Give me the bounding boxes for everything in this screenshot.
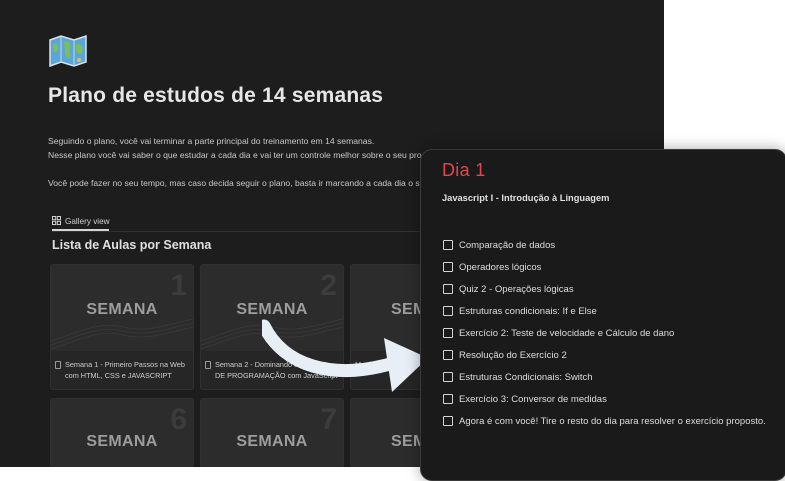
checklist-item-label: Resolução do Exercício 2	[459, 349, 567, 361]
page-title: Plano de estudos de 14 semanas	[48, 84, 384, 107]
curved-arrow-icon	[262, 319, 428, 392]
checklist-item-label: Quiz 2 - Operações lógicas	[459, 283, 574, 295]
card-week-number: 7	[320, 403, 337, 436]
checkbox[interactable]	[443, 416, 453, 426]
checklist-item-label: Comparação de dados	[459, 239, 556, 251]
card-caption-text: Semana 1 - Primeiro Passos na Web com HT…	[65, 360, 185, 380]
intro-line-1: Seguindo o plano, você vai terminar a pa…	[48, 136, 375, 146]
checklist-item-label: Operadores lógicos	[459, 261, 542, 273]
card-semana-label: SEMANA	[86, 433, 158, 450]
checklist-item[interactable]: Agora é com você! Tire o resto do dia pa…	[443, 410, 766, 432]
intro-line-3: Você pode fazer no seu tempo, mas caso d…	[48, 178, 457, 188]
checklist-item[interactable]: Exercício 3: Conversor de medidas	[443, 388, 766, 410]
checkbox[interactable]	[443, 240, 453, 250]
checklist-item[interactable]: Estruturas Condicionais: Switch	[443, 366, 766, 388]
grid-icon	[52, 216, 62, 227]
checklist-item[interactable]: Operadores lógicos	[443, 256, 766, 278]
checkbox[interactable]	[443, 262, 453, 272]
intro-line-2: Nesse plano você vai saber o que estudar…	[48, 150, 450, 160]
world-map-icon[interactable]	[48, 34, 88, 68]
gallery-card-week-1[interactable]: 1 SEMANA Semana 1 - Primeiro Passos na W…	[50, 264, 194, 390]
card-thumbnail: 7 SEMANA	[201, 399, 343, 467]
checklist-item-label: Estruturas condicionais: If e Else	[459, 305, 597, 317]
checklist-item[interactable]: Exercício 2: Teste de velocidade e Cálcu…	[443, 322, 766, 344]
checklist-item[interactable]: Quiz 2 - Operações lógicas	[443, 278, 766, 300]
gallery-title: Lista de Aulas por Semana	[52, 238, 212, 252]
card-semana-label: SEMANA	[236, 301, 308, 318]
page-icon	[55, 361, 61, 369]
page-icon	[205, 361, 211, 369]
card-thumbnail: 1 SEMANA	[51, 265, 193, 351]
gallery-card-week-7[interactable]: 7 SEMANA	[200, 398, 344, 467]
checkbox[interactable]	[443, 306, 453, 316]
card-week-number: 2	[320, 269, 337, 302]
popup-subtitle: Javascript I - Introdução à Linguagem	[442, 193, 610, 203]
checklist-item-label: Agora é com você! Tire o resto do dia pa…	[459, 415, 766, 427]
day-popup-card: Dia 1 Javascript I - Introdução à Lingua…	[420, 149, 785, 481]
popup-title: Dia 1	[442, 160, 486, 180]
checkbox[interactable]	[443, 328, 453, 338]
card-semana-label: SEMANA	[236, 433, 308, 450]
checkbox[interactable]	[443, 394, 453, 404]
checklist-item[interactable]: Comparação de dados	[443, 234, 766, 256]
tab-gallery-view-label: Gallery view	[65, 217, 110, 226]
card-week-number: 6	[170, 403, 187, 436]
checklist-item[interactable]: Resolução do Exercício 2	[443, 344, 766, 366]
card-thumbnail: 6 SEMANA	[51, 399, 193, 467]
checklist-item-label: Estruturas Condicionais: Switch	[459, 371, 593, 383]
checklist-item-label: Exercício 3: Conversor de medidas	[459, 393, 607, 405]
tab-gallery-view[interactable]: Gallery view	[52, 213, 110, 230]
checklist-item-label: Exercício 2: Teste de velocidade e Cálcu…	[459, 327, 675, 339]
tab-divider	[52, 231, 452, 232]
checklist-item[interactable]: Estruturas condicionais: If e Else	[443, 300, 766, 322]
card-caption: Semana 1 - Primeiro Passos na Web com HT…	[55, 359, 189, 381]
checkbox[interactable]	[443, 284, 453, 294]
gallery-card-week-6[interactable]: 6 SEMANA	[50, 398, 194, 467]
checkbox[interactable]	[443, 350, 453, 360]
card-semana-label: SEMANA	[86, 301, 158, 318]
checkbox[interactable]	[443, 372, 453, 382]
card-week-number: 1	[170, 269, 187, 302]
lesson-checklist: Comparação de dados Operadores lógicos Q…	[443, 234, 766, 432]
